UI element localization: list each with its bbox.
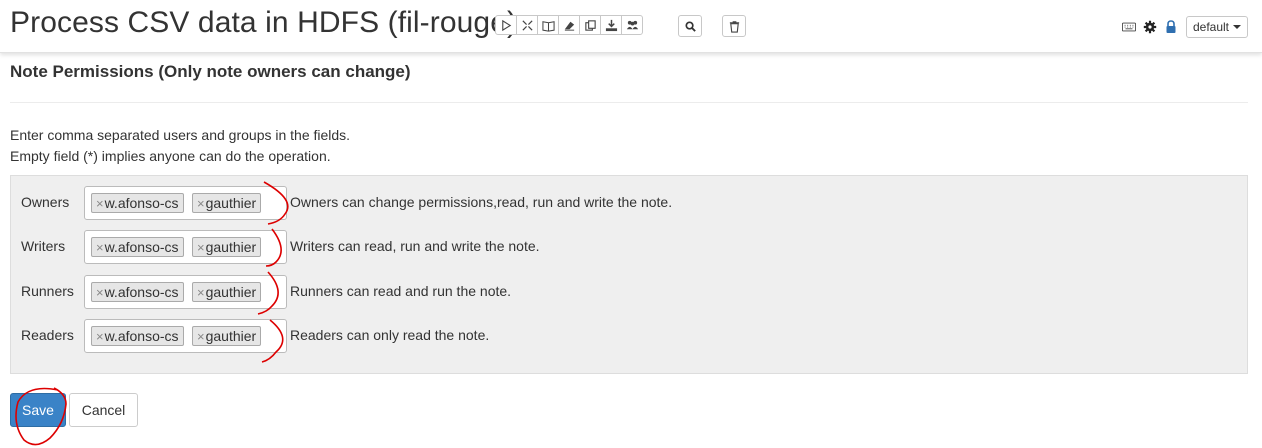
owners-label: Owners (21, 194, 70, 210)
export-note-button[interactable] (600, 15, 622, 35)
clear-output-button[interactable] (558, 15, 580, 35)
note-header: Process CSV data in HDFS (fil-rouge) def… (0, 0, 1262, 53)
lock-icon (1166, 20, 1176, 33)
hide-code-button[interactable] (516, 15, 538, 35)
trash-group (722, 15, 746, 37)
writers-row: Writers ×w.afonso-cs ×gauthier Writers c… (11, 230, 1247, 264)
remove-tag-icon[interactable]: × (197, 240, 205, 255)
clone-icon (584, 19, 596, 31)
remove-tag-icon[interactable]: × (96, 329, 104, 344)
cancel-button[interactable]: Cancel (69, 393, 138, 427)
permissions-description: Enter comma separated users and groups i… (10, 125, 350, 167)
clone-note-button[interactable] (579, 15, 601, 35)
readers-input[interactable]: ×w.afonso-cs ×gauthier (84, 319, 287, 353)
permissions-title: Note Permissions (Only note owners can c… (10, 62, 411, 81)
trash-icon (729, 20, 739, 33)
writers-input[interactable]: ×w.afonso-cs ×gauthier (84, 230, 287, 264)
clear-output-icon (564, 21, 574, 31)
readers-row: Readers ×w.afonso-cs ×gauthier Readers c… (11, 319, 1247, 353)
owner-tag: ×gauthier (192, 193, 262, 213)
hide-output-icon (541, 20, 555, 32)
runner-tag: ×w.afonso-cs (91, 282, 184, 302)
description-line-2: Empty field (*) implies anyone can do th… (10, 148, 331, 164)
owners-row: Owners ×w.afonso-cs ×gauthier Owners can… (11, 186, 1247, 220)
owner-tag: ×w.afonso-cs (91, 193, 184, 213)
runners-input[interactable]: ×w.afonso-cs ×gauthier (84, 275, 287, 309)
runners-label: Runners (21, 283, 74, 299)
caret-down-icon (1233, 25, 1241, 29)
runners-help: Runners can read and run the note. (290, 283, 512, 299)
reader-tag: ×w.afonso-cs (91, 326, 184, 346)
permissions-form: Owners ×w.afonso-cs ×gauthier Owners can… (10, 175, 1248, 374)
interpreter-settings-button[interactable] (1141, 18, 1159, 36)
note-toolbar (495, 15, 643, 37)
run-all-button[interactable] (495, 15, 517, 35)
writers-help: Writers can read, run and write the note… (290, 238, 540, 254)
interpreter-binding-select[interactable]: default (1185, 16, 1248, 38)
version-control-button[interactable] (621, 15, 643, 35)
keyboard-shortcut-button[interactable] (1120, 18, 1138, 36)
owners-input[interactable]: ×w.afonso-cs ×gauthier (84, 186, 287, 220)
readers-label: Readers (21, 327, 74, 343)
remove-tag-icon[interactable]: × (96, 240, 104, 255)
gear-icon (1143, 20, 1157, 34)
keyboard-icon (1121, 22, 1136, 32)
note-title[interactable]: Process CSV data in HDFS (fil-rouge) (10, 4, 517, 42)
search-code-button[interactable] (678, 15, 702, 37)
writer-tag: ×w.afonso-cs (91, 237, 184, 257)
run-all-icon (501, 19, 511, 31)
remove-tag-icon[interactable]: × (197, 285, 205, 300)
remove-tag-icon[interactable]: × (197, 196, 205, 211)
writer-tag: ×gauthier (192, 237, 262, 257)
remove-tag-icon[interactable]: × (96, 285, 104, 300)
hide-output-button[interactable] (537, 15, 559, 35)
readers-help: Readers can only read the note. (290, 327, 490, 343)
hide-code-icon (521, 19, 533, 31)
divider (10, 102, 1248, 103)
reader-tag: ×gauthier (192, 326, 262, 346)
remove-tag-icon[interactable]: × (96, 196, 104, 211)
export-icon (605, 19, 617, 31)
owners-help: Owners can change permissions,read, run … (290, 194, 673, 210)
runners-row: Runners ×w.afonso-cs ×gauthier Runners c… (11, 275, 1247, 309)
interpreter-binding-value: default (1192, 20, 1229, 34)
version-control-icon (626, 20, 638, 29)
runner-tag: ×gauthier (192, 282, 262, 302)
search-icon (684, 20, 696, 32)
note-settings: default (1117, 16, 1248, 38)
search-group (678, 15, 702, 37)
writers-label: Writers (21, 238, 66, 254)
description-line-1: Enter comma separated users and groups i… (10, 127, 351, 143)
save-button[interactable]: Save (10, 393, 66, 427)
move-to-trash-button[interactable] (722, 15, 746, 37)
remove-tag-icon[interactable]: × (197, 329, 205, 344)
note-permissions-button[interactable] (1162, 18, 1180, 36)
